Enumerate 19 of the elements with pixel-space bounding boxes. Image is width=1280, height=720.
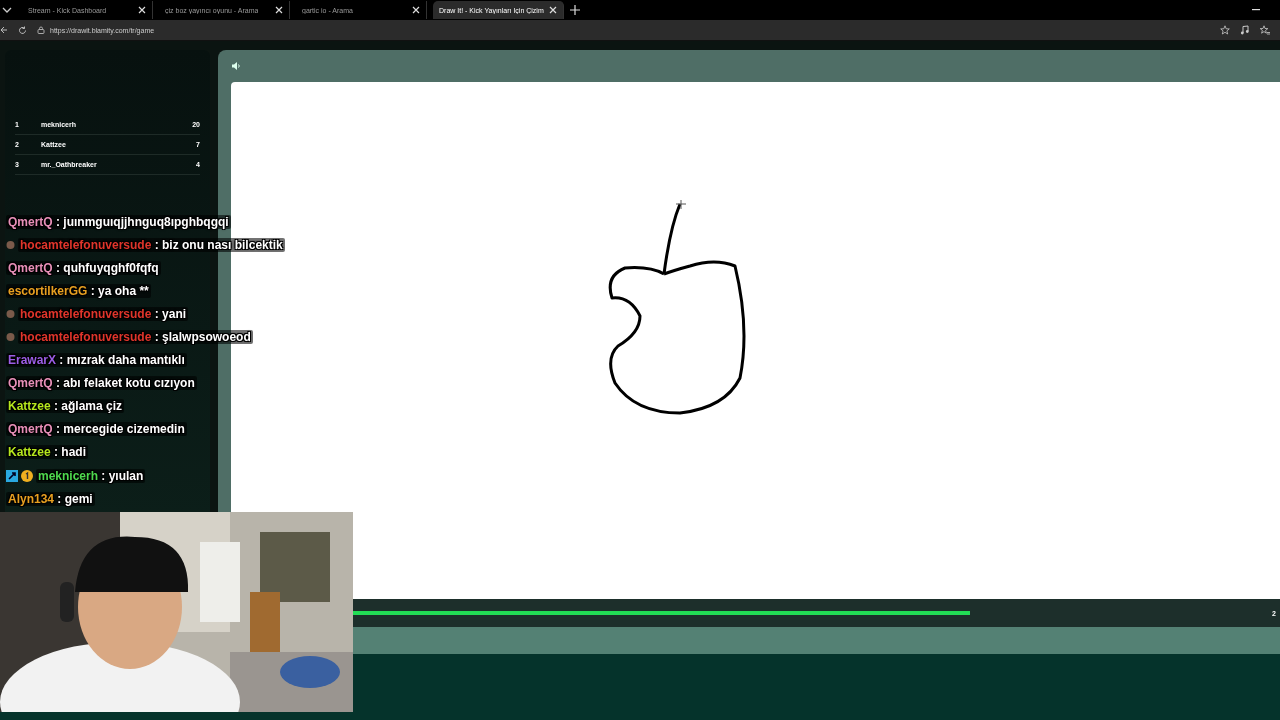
reload-icon[interactable] <box>18 25 27 35</box>
plus-icon[interactable] <box>570 5 580 15</box>
close-icon[interactable] <box>275 6 283 14</box>
badge-icon <box>6 308 15 319</box>
music-note-icon[interactable] <box>1240 25 1250 35</box>
badge-icon <box>6 332 15 342</box>
speaker-icon[interactable] <box>232 62 241 70</box>
close-icon[interactable] <box>138 6 146 14</box>
lock-icon <box>37 26 45 34</box>
badge-icon <box>6 239 15 250</box>
close-icon[interactable] <box>412 6 420 14</box>
number-one-badge-icon <box>21 469 33 482</box>
chevron-down-icon[interactable] <box>2 6 12 14</box>
chat-message: escortilkerGG : ya oha ** <box>6 283 151 298</box>
favorites-icon[interactable] <box>1260 25 1270 35</box>
close-icon[interactable] <box>549 6 557 14</box>
back-icon[interactable] <box>0 26 8 34</box>
minimize-icon[interactable] <box>1252 9 1260 11</box>
star-icon[interactable] <box>1220 25 1230 35</box>
